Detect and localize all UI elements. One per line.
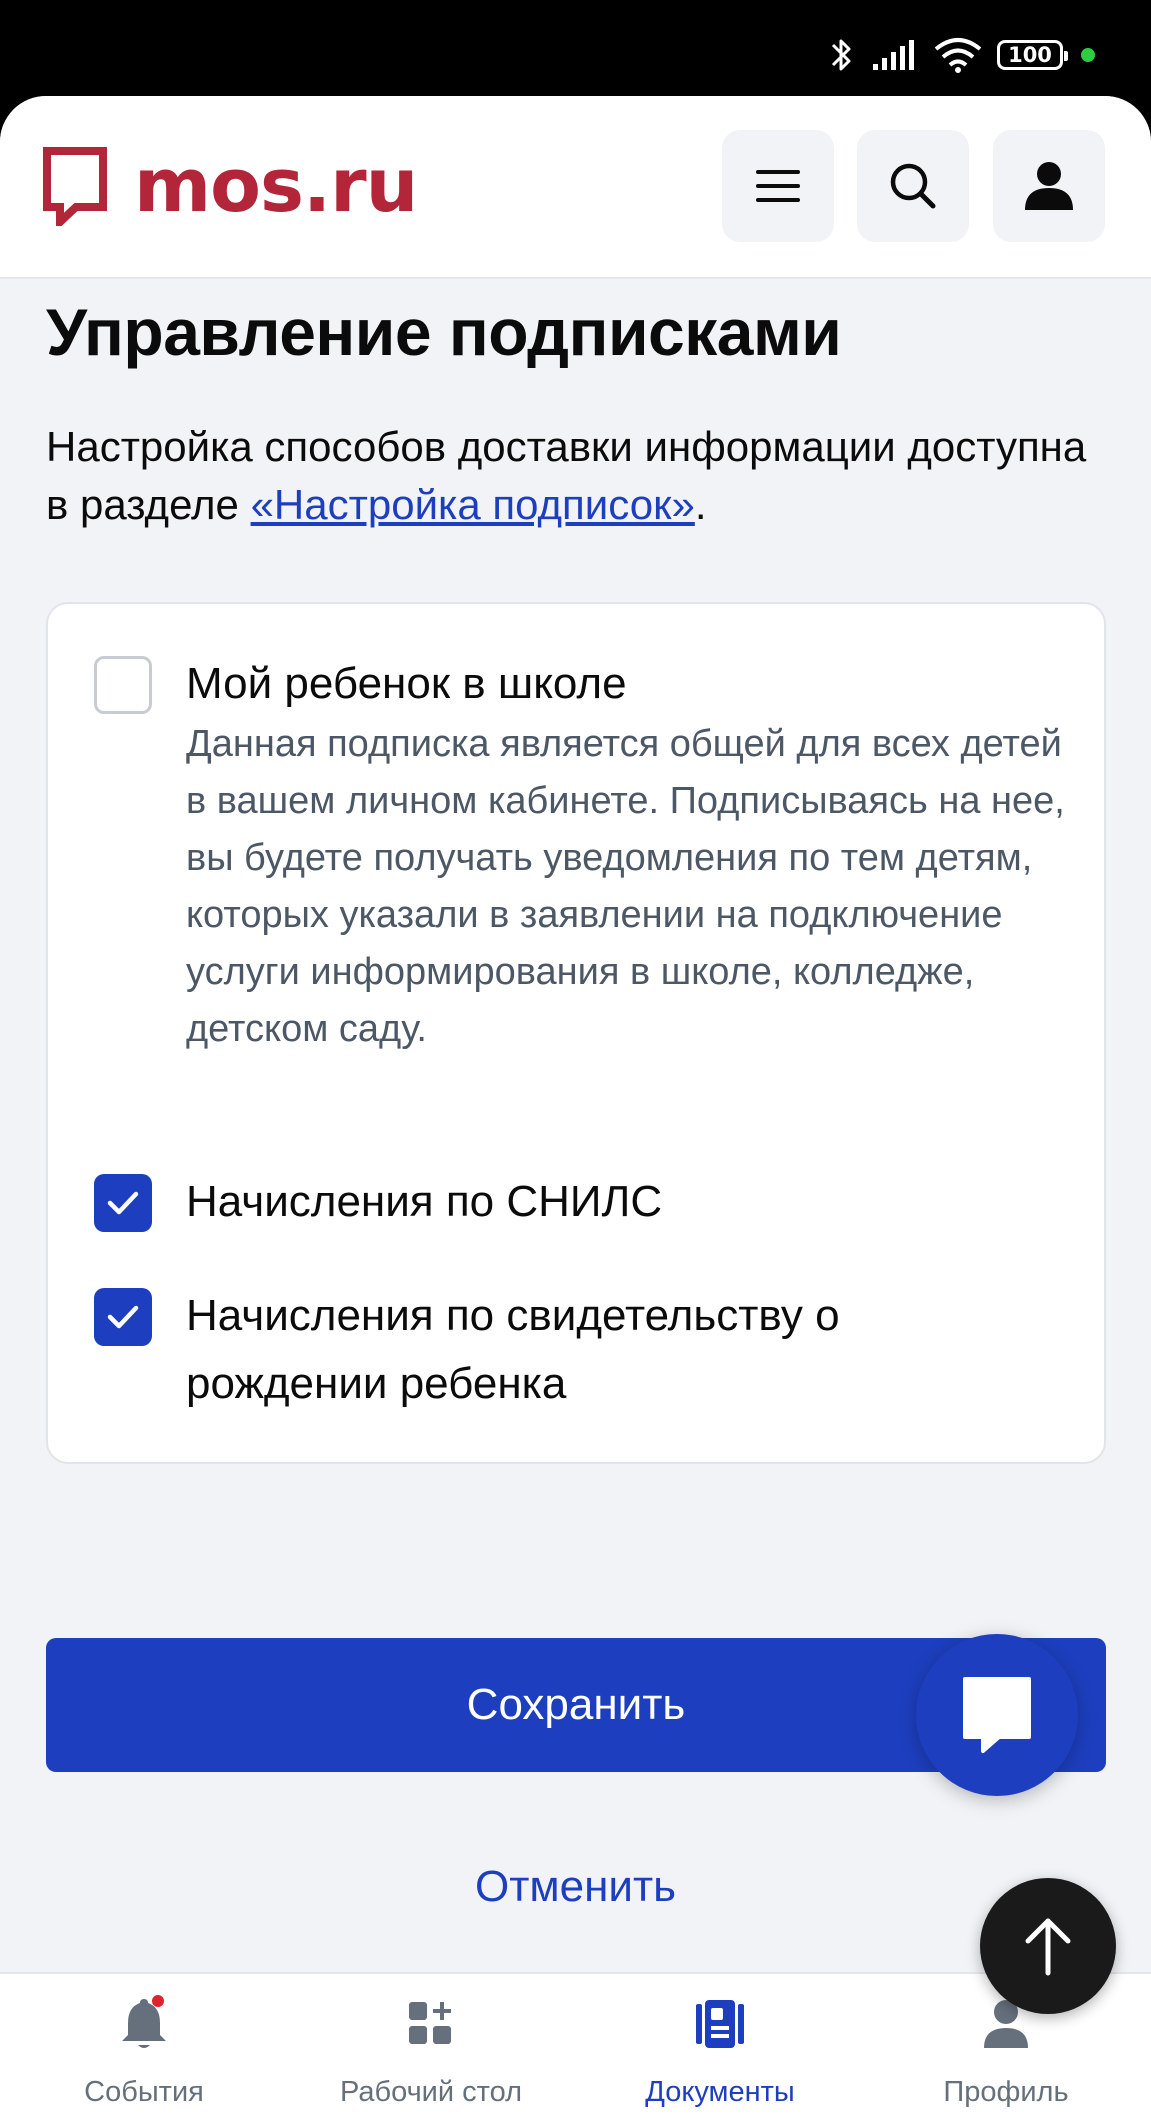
- signal-icon: [873, 40, 914, 70]
- checkbox-birth-certificate[interactable]: [94, 1288, 152, 1346]
- wifi-icon: [934, 38, 982, 73]
- option-description-school: Данная подписка является общей для всех …: [186, 723, 1065, 1050]
- privacy-dot: [1081, 48, 1095, 62]
- documents-icon: [696, 2000, 744, 2048]
- top-header: mos.ru: [0, 96, 1151, 279]
- logo-text: mos.ru: [134, 143, 418, 229]
- bluetooth-icon: [831, 39, 851, 71]
- nav-label-desktop: Рабочий стол: [339, 2076, 523, 2108]
- option-label-birth-certificate: Начисления по свидетельству о рождении р…: [186, 1291, 840, 1408]
- intro-text-end: .: [694, 481, 707, 528]
- app-surface: mos.ru Управление подписками Настройка с…: [0, 96, 1151, 2118]
- cancel-button[interactable]: Отменить: [0, 1862, 1151, 1912]
- bottom-navigation: События Рабочий стол Документы Профиль: [0, 1972, 1151, 2118]
- mos-logo[interactable]: mos.ru: [42, 143, 418, 229]
- checkmark-icon: [107, 1305, 139, 1329]
- notification-badge: [152, 1995, 164, 2007]
- battery-level: 100: [1008, 43, 1052, 67]
- bell-icon: [122, 1995, 166, 2048]
- menu-button[interactable]: [722, 130, 834, 242]
- chat-bubble-icon: [963, 1677, 1031, 1753]
- subscription-settings-link[interactable]: «Настройка подписок»: [251, 481, 695, 528]
- intro-text: Настройка способов доставки информации д…: [46, 418, 1106, 534]
- nav-item-events[interactable]: События: [44, 1974, 244, 2118]
- search-icon: [890, 163, 936, 209]
- profile-button[interactable]: [993, 130, 1105, 242]
- arrow-up-icon: [1025, 1918, 1071, 1976]
- checkbox-school[interactable]: [94, 656, 152, 714]
- cancel-button-label: Отменить: [474, 1862, 677, 1911]
- status-bar: 100: [0, 0, 1151, 96]
- hamburger-icon: [756, 170, 800, 202]
- scroll-top-button[interactable]: [980, 1878, 1116, 2014]
- search-button[interactable]: [857, 130, 969, 242]
- checkbox-snils[interactable]: [94, 1174, 152, 1232]
- dashboard-icon: [409, 2002, 451, 2044]
- subscriptions-card: Мой ребенок в школе Данная подписка явля…: [46, 602, 1106, 1464]
- chat-button[interactable]: [916, 1634, 1078, 1796]
- checkmark-icon: [107, 1191, 139, 1215]
- battery-indicator: 100: [997, 40, 1068, 70]
- nav-item-documents[interactable]: Документы: [620, 1974, 820, 2118]
- option-label-school: Мой ребенок в школе: [186, 659, 627, 708]
- nav-item-desktop[interactable]: Рабочий стол: [316, 1974, 546, 2118]
- nav-label-documents: Документы: [645, 2076, 795, 2108]
- option-label-snils: Начисления по СНИЛС: [186, 1177, 663, 1226]
- nav-label-events: События: [84, 2076, 204, 2108]
- page-title: Управление подписками: [46, 295, 842, 369]
- save-button-label: Сохранить: [466, 1680, 686, 1729]
- status-icons: 100: [827, 32, 1095, 78]
- speech-bubble-logo-icon: [43, 147, 107, 226]
- nav-label-profile: Профиль: [943, 2076, 1069, 2108]
- user-icon: [1025, 162, 1073, 210]
